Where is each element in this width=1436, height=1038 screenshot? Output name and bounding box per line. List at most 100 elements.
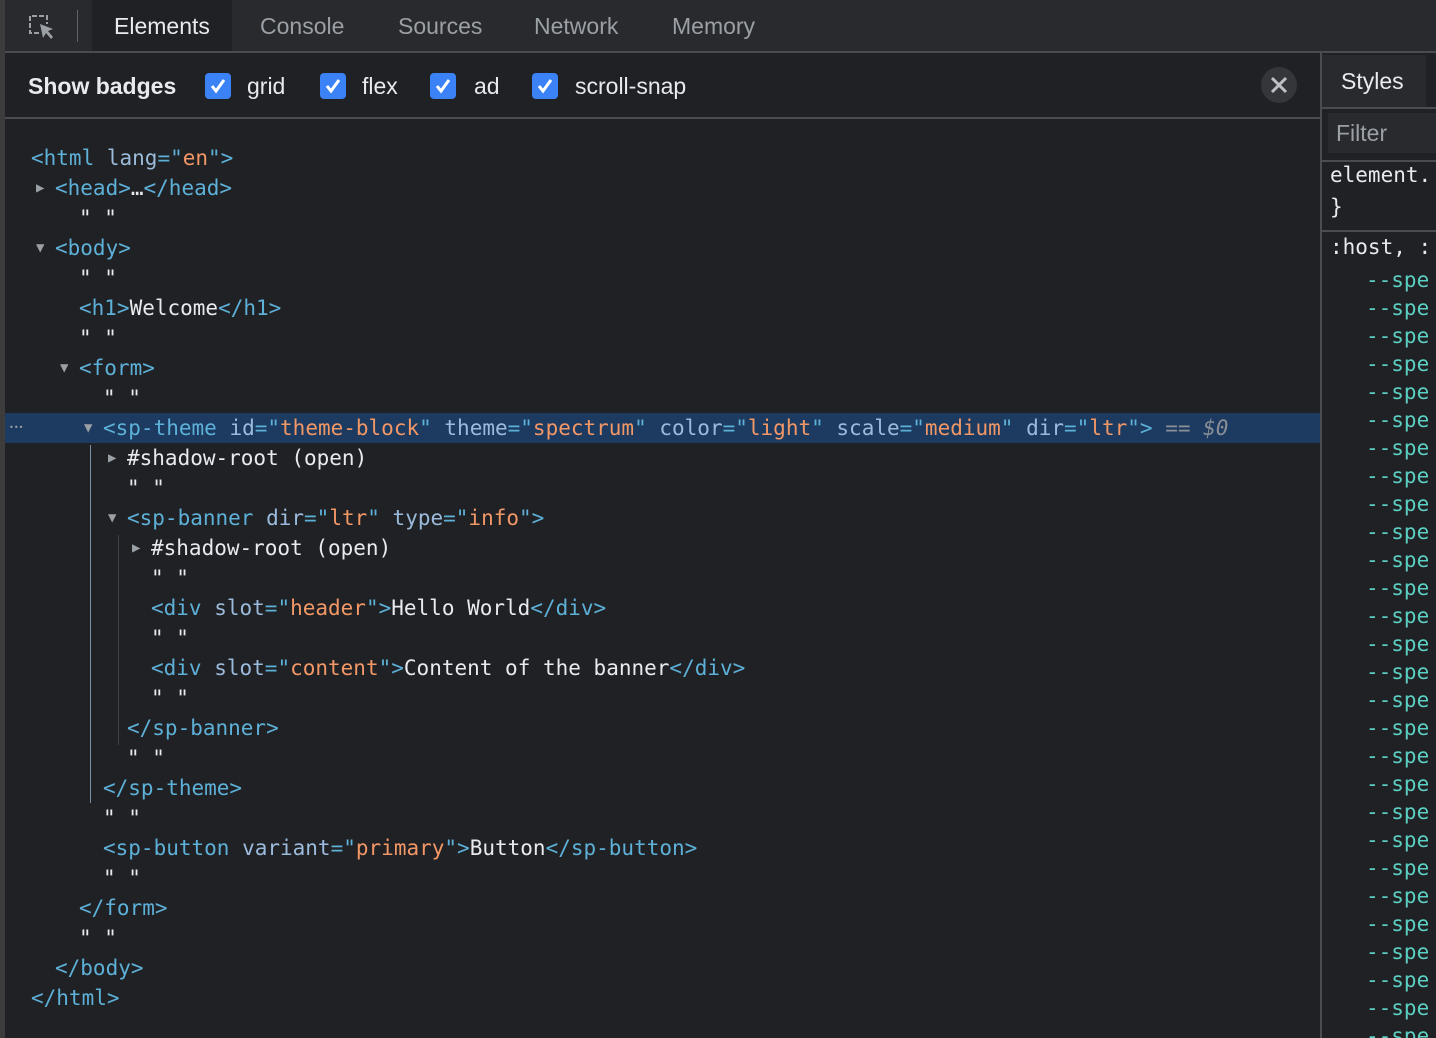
node-markup: " " <box>151 623 189 653</box>
css-custom-property[interactable]: --spe <box>1366 996 1429 1020</box>
css-custom-property[interactable]: --spe <box>1366 940 1429 964</box>
css-custom-property[interactable]: --spe <box>1366 436 1429 460</box>
css-custom-property[interactable]: --spe <box>1366 492 1429 516</box>
dom-node[interactable]: <h1>Welcome</h1> <box>5 293 1321 323</box>
dom-node[interactable]: ▼ <form> <box>5 353 1321 383</box>
css-custom-property[interactable]: --spe <box>1366 352 1429 376</box>
dom-node[interactable]: </html> <box>5 983 1321 1013</box>
tab-network[interactable]: Network <box>512 0 640 51</box>
token: </head> <box>143 176 233 200</box>
expand-triangle-icon[interactable]: ▼ <box>60 353 68 383</box>
dom-node[interactable]: </sp-banner> <box>5 713 1321 743</box>
expand-triangle-icon[interactable]: ▼ <box>36 233 44 263</box>
node-markup: <form> <box>79 353 155 383</box>
css-custom-property[interactable]: --spe <box>1366 380 1429 404</box>
token: theme-block <box>280 416 420 440</box>
close-badges-button[interactable] <box>1261 67 1297 103</box>
css-custom-property[interactable]: --spe <box>1366 604 1429 628</box>
css-custom-property[interactable]: --spe <box>1366 324 1429 348</box>
dom-node[interactable]: " " <box>5 383 1321 413</box>
dom-node[interactable]: " " <box>5 263 1321 293</box>
styles-filter-input[interactable]: Filter <box>1328 113 1436 153</box>
css-custom-property[interactable]: --spe <box>1366 856 1429 880</box>
dom-node[interactable]: " " <box>5 323 1321 353</box>
dom-node[interactable]: " " <box>5 563 1321 593</box>
dom-node[interactable]: ▼ <sp-banner dir="ltr" type="info"> <box>5 503 1321 533</box>
tab-styles[interactable]: Styles <box>1322 55 1426 107</box>
css-custom-property[interactable]: --spe <box>1366 688 1429 712</box>
css-custom-property[interactable]: --spe <box>1366 296 1429 320</box>
css-custom-property[interactable]: --spe <box>1366 408 1429 432</box>
rule-selector[interactable]: element. <box>1330 163 1431 187</box>
tab-console[interactable]: Console <box>238 0 366 51</box>
collapse-triangle-icon[interactable]: ▶ <box>132 533 140 563</box>
tab-memory[interactable]: Memory <box>650 0 777 51</box>
css-custom-property[interactable]: --spe <box>1366 828 1429 852</box>
token: "> <box>208 146 234 170</box>
css-custom-property[interactable]: --spe <box>1366 464 1429 488</box>
token: " " <box>103 866 141 890</box>
css-custom-property[interactable]: --spe <box>1366 772 1429 796</box>
node-markup: #shadow-root (open) <box>151 533 391 563</box>
dom-node[interactable]: " " <box>5 623 1321 653</box>
dom-node[interactable]: ▶ #shadow-root (open) <box>5 443 1321 473</box>
dom-node[interactable]: </body> <box>5 953 1321 983</box>
css-custom-property[interactable]: --spe <box>1366 716 1429 740</box>
dom-node[interactable]: <div slot="content">Content of the banne… <box>5 653 1321 683</box>
close-icon <box>1270 76 1288 94</box>
toolbar-separator <box>77 10 78 42</box>
expand-triangle-icon[interactable]: ▼ <box>108 503 116 533</box>
css-custom-property[interactable]: --spe <box>1366 548 1429 572</box>
css-custom-property[interactable]: --spe <box>1366 968 1429 992</box>
dom-node[interactable]: " " <box>5 863 1321 893</box>
css-custom-property[interactable]: --spe <box>1366 744 1429 768</box>
dom-node[interactable]: <sp-button variant="primary">Button</sp-… <box>5 833 1321 863</box>
tab-elements[interactable]: Elements <box>92 0 232 51</box>
dom-node[interactable]: <div slot="header">Hello World</div> <box>5 593 1321 623</box>
collapse-triangle-icon[interactable]: ▶ <box>108 443 116 473</box>
host-rule-selector[interactable]: :host, : <box>1330 235 1431 259</box>
dom-node[interactable]: ▶ <head>…</head> <box>5 173 1321 203</box>
css-custom-property[interactable]: --spe <box>1366 520 1429 544</box>
checkbox-ad[interactable] <box>430 73 456 99</box>
css-custom-property[interactable]: --spe <box>1366 884 1429 908</box>
dom-node[interactable]: " " <box>5 803 1321 833</box>
token: "> <box>519 506 545 530</box>
dom-node[interactable]: ▶ #shadow-root (open) <box>5 533 1321 563</box>
dom-node[interactable]: </sp-theme> <box>5 773 1321 803</box>
token: <head> <box>55 176 131 200</box>
token: Welcome <box>129 296 219 320</box>
css-custom-property[interactable]: --spe <box>1366 912 1429 936</box>
css-custom-property[interactable]: --spe <box>1366 576 1429 600</box>
css-custom-property[interactable]: --spe <box>1366 632 1429 656</box>
checkbox-grid[interactable] <box>205 73 231 99</box>
dom-node[interactable]: </form> <box>5 893 1321 923</box>
css-custom-property[interactable]: --spe <box>1366 268 1429 292</box>
dom-node[interactable]: " " <box>5 203 1321 233</box>
dom-node[interactable]: <html lang="en"> <box>5 143 1321 173</box>
dom-node[interactable]: " " <box>5 683 1321 713</box>
tab-sources[interactable]: Sources <box>376 0 504 51</box>
selected-dom-node[interactable]: ••• ▼ <sp-theme id="theme-block" theme="sp… <box>5 413 1321 443</box>
checkbox-flex[interactable] <box>320 73 346 99</box>
expand-triangle-icon[interactable]: ▼ <box>84 413 92 443</box>
token: <sp-banner <box>127 506 267 530</box>
token: </div> <box>669 656 746 680</box>
more-actions-icon[interactable]: ••• <box>9 413 23 443</box>
css-custom-property[interactable]: --spe <box>1366 1024 1429 1038</box>
checkbox-scroll-snap[interactable] <box>532 73 558 99</box>
token: </sp-banner> <box>127 716 279 740</box>
dom-node[interactable]: " " <box>5 923 1321 953</box>
token: variant <box>242 836 331 860</box>
inspect-element-icon[interactable] <box>27 13 57 41</box>
token: </h1> <box>218 296 282 320</box>
dom-node[interactable]: ▼ <body> <box>5 233 1321 263</box>
dom-node[interactable]: " " <box>5 473 1321 503</box>
dom-node[interactable]: " " <box>5 743 1321 773</box>
collapse-triangle-icon[interactable]: ▶ <box>36 173 44 203</box>
token: " " <box>151 566 189 590</box>
token: … <box>130 176 144 200</box>
css-custom-property[interactable]: --spe <box>1366 660 1429 684</box>
token: =" <box>899 416 925 440</box>
css-custom-property[interactable]: --spe <box>1366 800 1429 824</box>
